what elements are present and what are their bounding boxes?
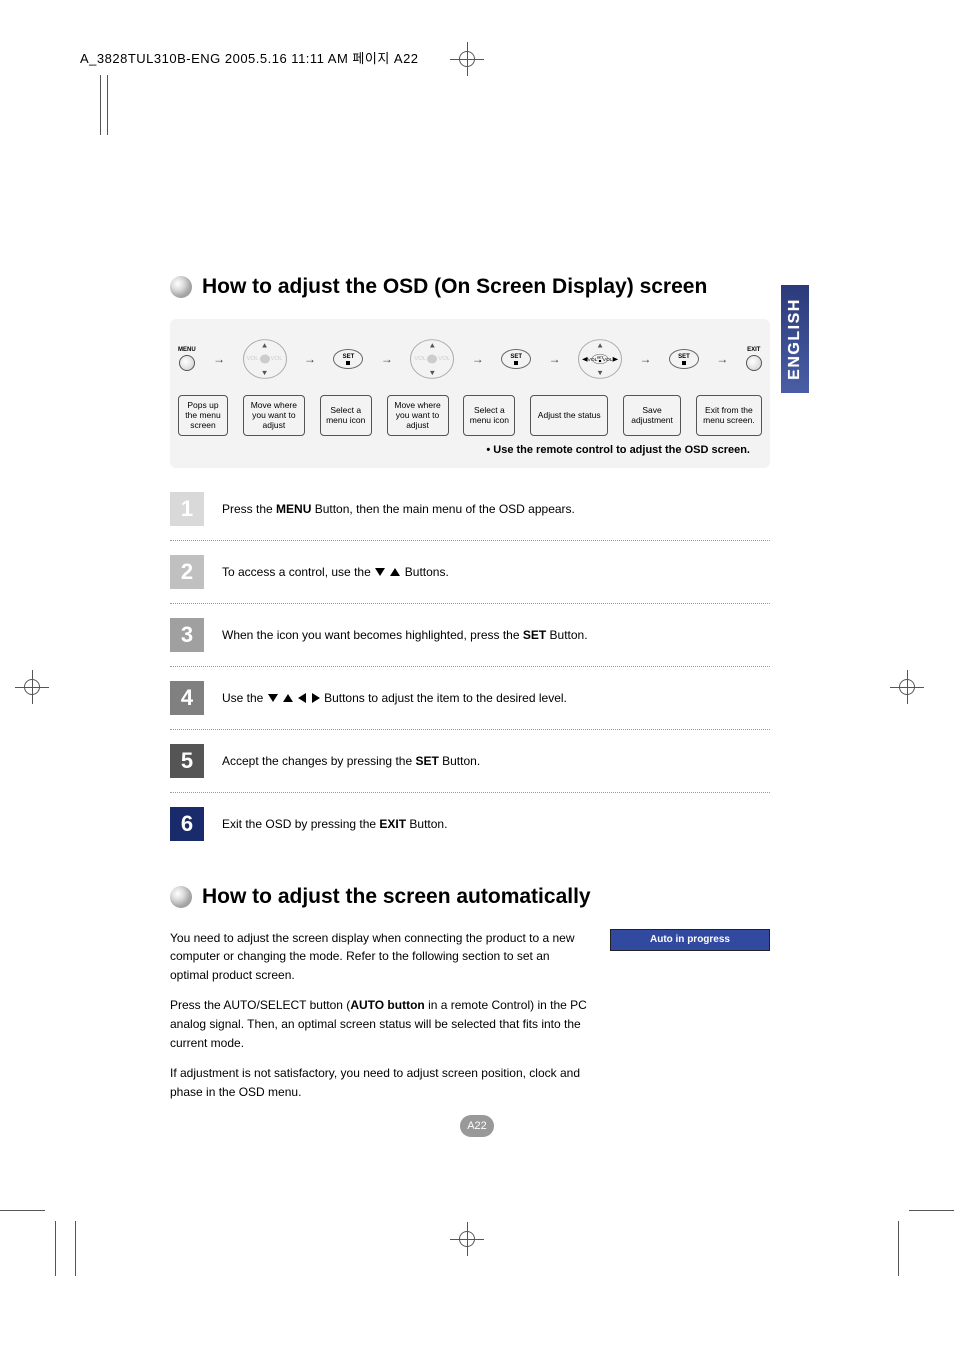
caption-row: Pops up the menu screen Move where you w…	[178, 395, 762, 436]
diagram-note: • Use the remote control to adjust the O…	[178, 436, 762, 456]
circle-button-icon	[746, 355, 762, 371]
arrow-right-icon: →	[716, 352, 728, 366]
flow-row: MENU → ▲▼VOLVOL → SET → ▲▼VOLVOL → SET →…	[178, 337, 762, 381]
exit-label: EXIT	[747, 347, 760, 353]
step-text: Exit the OSD by pressing the EXIT Button…	[222, 815, 770, 833]
page-number: A22	[460, 1115, 494, 1137]
step-row: 6 Exit the OSD by pressing the EXIT Butto…	[170, 793, 770, 855]
section1-heading-row: How to adjust the OSD (On Screen Display…	[170, 275, 770, 299]
menu-label: MENU	[178, 347, 196, 353]
registration-mark	[450, 42, 484, 76]
para1: You need to adjust the screen display wh…	[170, 929, 590, 985]
step-number: 4	[170, 681, 204, 715]
crop-mark	[55, 1221, 56, 1276]
set-button-icon: SET	[501, 349, 531, 369]
caption-box: Save adjustment	[623, 395, 681, 436]
prepress-header: A_3828TUL310B-ENG 2005.5.16 11:11 AM 페이지…	[80, 48, 419, 67]
flow-menu-button: MENU	[178, 347, 196, 371]
step-number: 6	[170, 807, 204, 841]
caption-box: Move where you want to adjust	[387, 395, 449, 436]
flow-exit-button: EXIT	[746, 347, 762, 371]
set-button-icon: SET	[669, 349, 699, 369]
triangle-u-icon	[283, 694, 293, 702]
step-row: 2 To access a control, use the Buttons.	[170, 541, 770, 604]
arrow-right-icon: →	[304, 352, 316, 366]
page-content: How to adjust the OSD (On Screen Display…	[170, 275, 770, 1113]
step-number: 1	[170, 492, 204, 526]
crop-mark	[100, 75, 101, 135]
dpad-icon: ▲▼◀VOLSETVOL▶	[578, 339, 622, 379]
registration-mark	[450, 1222, 484, 1256]
caption-box: Select a menu icon	[320, 395, 372, 436]
step-text: Press the MENU Button, then the main men…	[222, 500, 770, 518]
arrow-right-icon: →	[381, 352, 393, 366]
triangle-l-icon	[298, 693, 306, 703]
language-tab: ENGLISH	[781, 285, 809, 393]
crop-mark	[898, 1221, 899, 1276]
registration-mark	[890, 670, 924, 704]
section1-title: How to adjust the OSD (On Screen Display…	[202, 275, 707, 299]
para3: If adjustment is not satisfactory, you n…	[170, 1064, 590, 1101]
step-number: 5	[170, 744, 204, 778]
caption-box: Exit from the menu screen.	[696, 395, 762, 436]
circle-button-icon	[179, 355, 195, 371]
arrow-right-icon: →	[213, 352, 225, 366]
step-row: 4 Use the Buttons to adjust the item to t…	[170, 667, 770, 730]
step-number: 3	[170, 618, 204, 652]
crop-mark	[75, 1221, 76, 1276]
step-row: 3 When the icon you want becomes highligh…	[170, 604, 770, 667]
crop-mark	[0, 1210, 45, 1211]
step-number: 2	[170, 555, 204, 589]
section2-columns: You need to adjust the screen display wh…	[170, 929, 770, 1114]
section2: How to adjust the screen automatically Y…	[170, 885, 770, 1114]
steps-list: 1 Press the MENU Button, then the main me…	[170, 478, 770, 855]
step-text: Use the Buttons to adjust the item to th…	[222, 689, 770, 707]
triangle-d-icon	[268, 694, 278, 702]
auto-box-col: Auto in progress	[610, 929, 770, 1114]
dpad-icon: ▲▼VOLVOL	[410, 339, 454, 379]
section2-title: How to adjust the screen automatically	[202, 885, 591, 909]
bullet-sphere-icon	[170, 886, 192, 908]
para2: Press the AUTO/SELECT button (AUTO butto…	[170, 996, 590, 1052]
language-label: ENGLISH	[786, 298, 804, 380]
arrow-right-icon: →	[549, 352, 561, 366]
crop-mark	[909, 1210, 954, 1211]
section2-heading-row: How to adjust the screen automatically	[170, 885, 770, 909]
dpad-icon: ▲▼VOLVOL	[243, 339, 287, 379]
bullet-sphere-icon	[170, 276, 192, 298]
step-row: 1 Press the MENU Button, then the main me…	[170, 478, 770, 541]
arrow-right-icon: →	[472, 352, 484, 366]
caption-box: Move where you want to adjust	[243, 395, 305, 436]
step-text: To access a control, use the Buttons.	[222, 563, 770, 581]
step-row: 5 Accept the changes by pressing the SET …	[170, 730, 770, 793]
section2-text: You need to adjust the screen display wh…	[170, 929, 590, 1114]
step-text: Accept the changes by pressing the SET B…	[222, 752, 770, 770]
arrow-right-icon: →	[639, 352, 651, 366]
triangle-u-icon	[390, 568, 400, 576]
step-text: When the icon you want becomes highlight…	[222, 626, 770, 644]
registration-mark	[15, 670, 49, 704]
crop-mark	[107, 75, 108, 135]
caption-box: Select a menu icon	[463, 395, 515, 436]
triangle-d-icon	[375, 568, 385, 576]
triangle-r-icon	[312, 693, 320, 703]
set-button-icon: SET	[333, 349, 363, 369]
flow-diagram: MENU → ▲▼VOLVOL → SET → ▲▼VOLVOL → SET →…	[170, 319, 770, 468]
auto-in-progress-box: Auto in progress	[610, 929, 770, 951]
caption-box: Pops up the menu screen	[178, 395, 228, 436]
caption-box: Adjust the status	[530, 395, 608, 436]
